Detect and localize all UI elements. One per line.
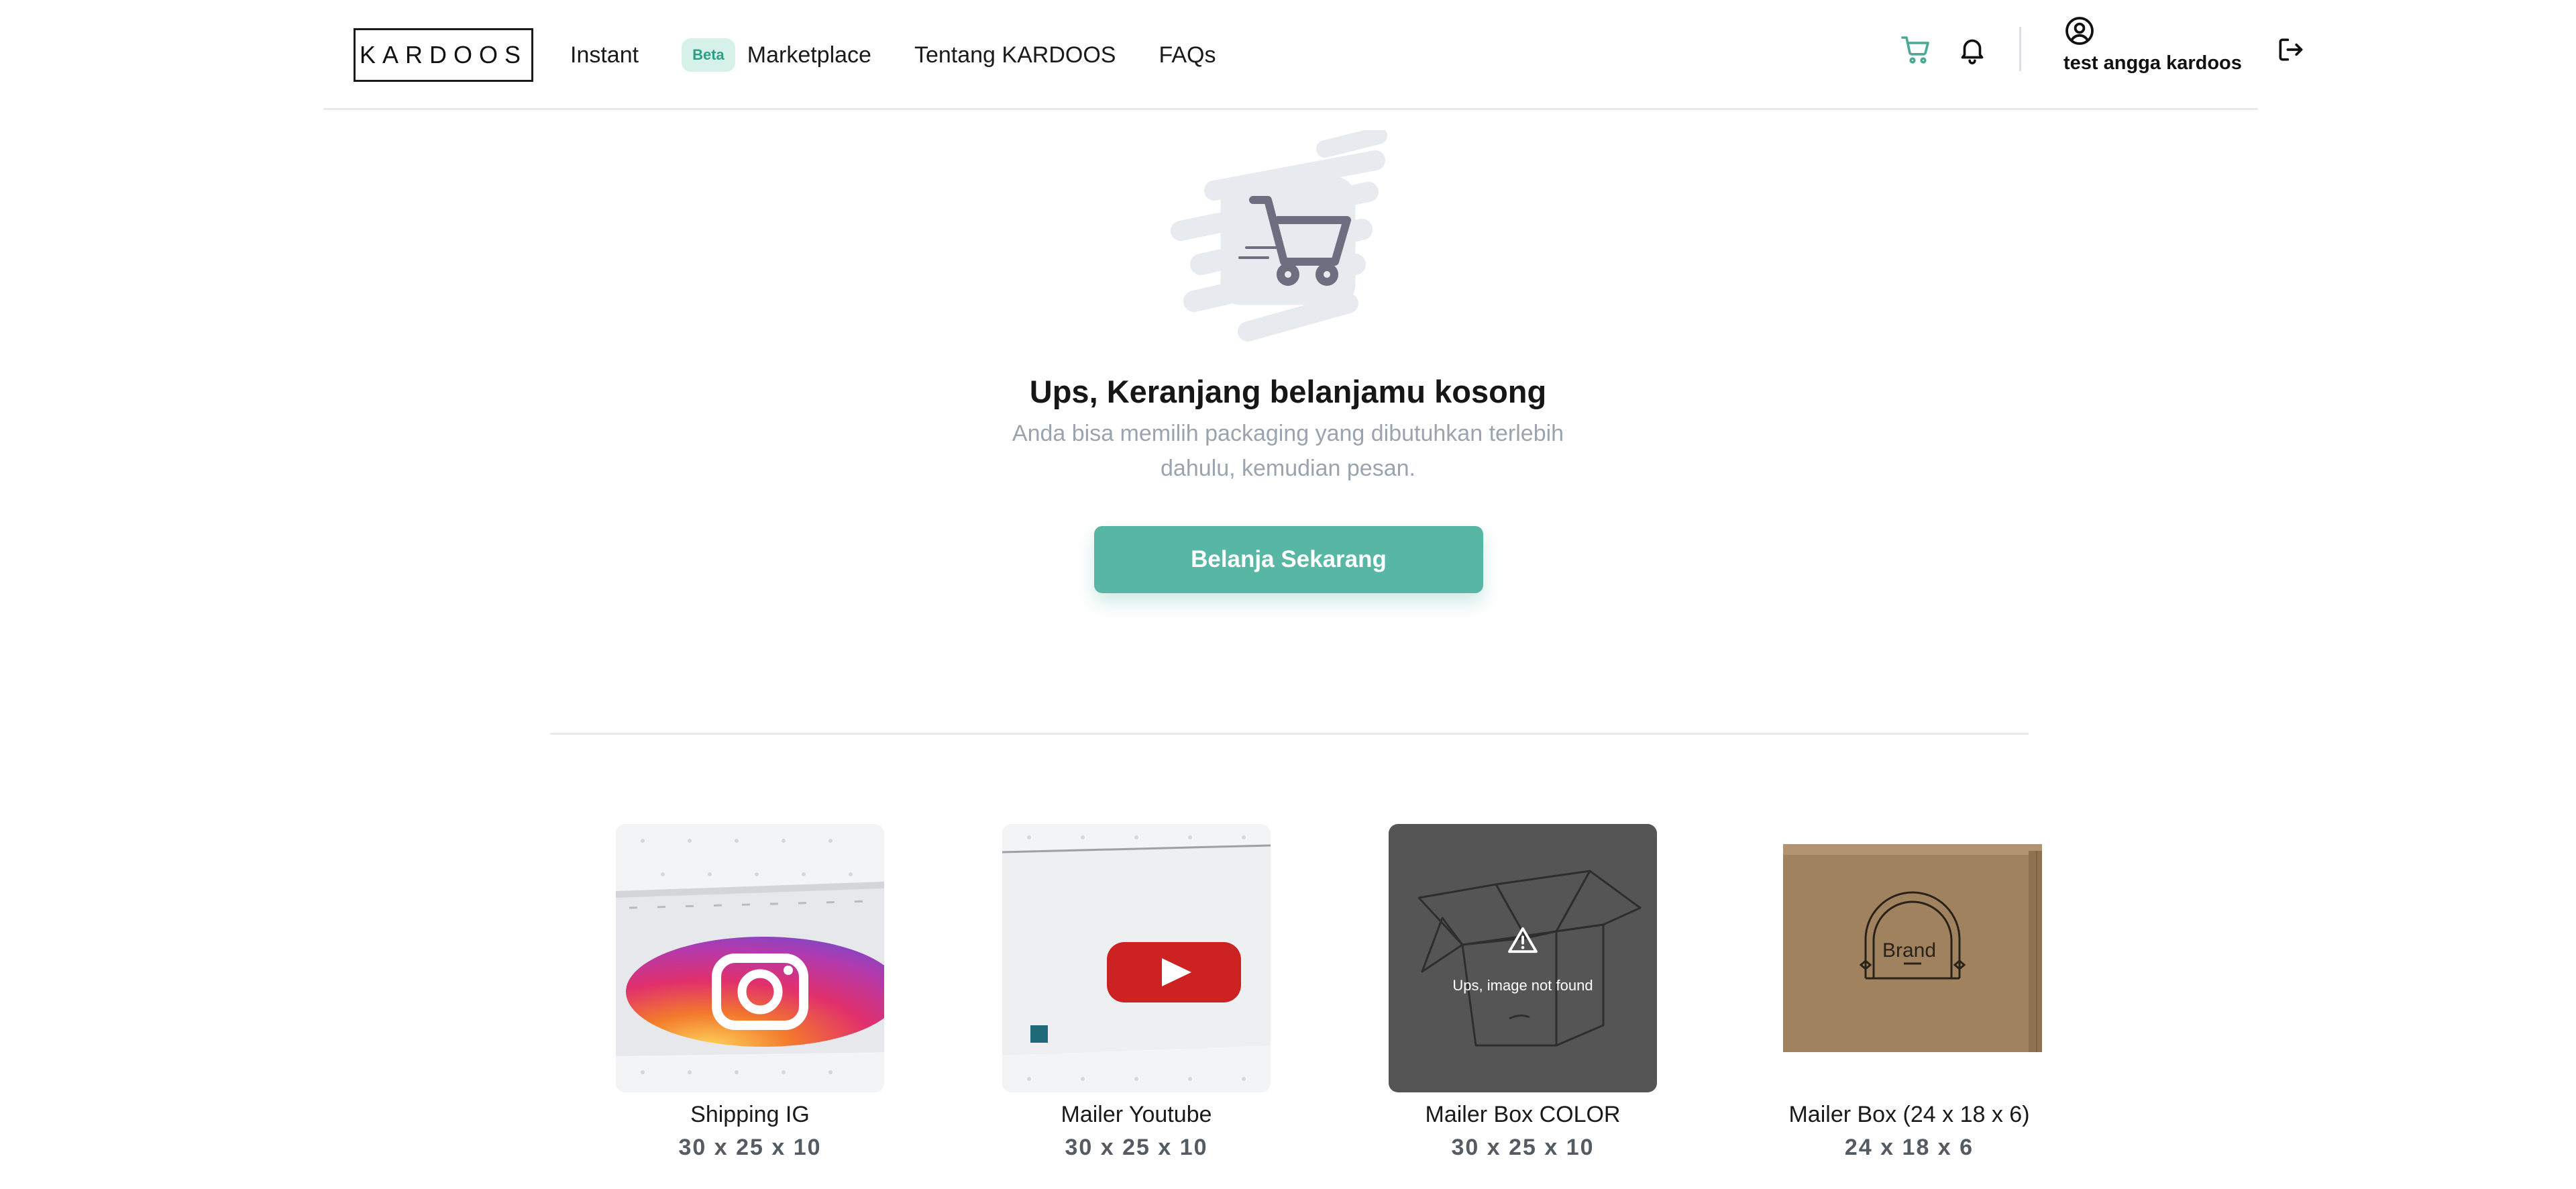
user-circle-icon (2065, 17, 2094, 45)
nav-instant[interactable]: Instant (570, 42, 639, 68)
open-box-icon (1417, 870, 1642, 1047)
notification-button[interactable] (1953, 31, 1991, 68)
shop-now-button[interactable]: Belanja Sekarang (1094, 526, 1483, 593)
main-nav: Instant Beta Marketplace Tentang KARDOOS… (570, 0, 1216, 110)
nav-instant-label: Instant (570, 42, 639, 68)
product-image-kraft-box[interactable]: Brand (1775, 824, 2043, 1092)
nav-tentang[interactable]: Tentang KARDOOS (914, 42, 1116, 68)
cart-button[interactable] (1897, 31, 1935, 68)
nav-tentang-label: Tentang KARDOOS (914, 42, 1116, 68)
empty-cart-description: Anda bisa memilih packaging yang dibutuh… (1012, 421, 1564, 481)
brand-print-text: Brand (1882, 939, 1937, 962)
empty-cart-title: Ups, Keranjang belanjamu kosong (1029, 374, 1547, 409)
header-separator (2019, 27, 2021, 71)
user-profile[interactable]: test angga kardoos (2063, 15, 2242, 74)
nav-faqs[interactable]: FAQs (1159, 42, 1216, 68)
product-card[interactable]: Mailer Youtube 30 x 25 x 10 (996, 824, 1277, 1161)
bell-icon (1961, 39, 1984, 64)
top-navbar: KARDOOS Instant Beta Marketplace Tentang… (323, 0, 2303, 110)
kardoos-logo[interactable]: KARDOOS (354, 28, 533, 82)
product-image-instagram[interactable] (616, 824, 884, 1092)
warning-icon (1508, 927, 1538, 953)
logout-icon (2279, 38, 2303, 61)
product-image-youtube[interactable] (1002, 824, 1271, 1092)
logout-button[interactable] (2271, 31, 2309, 68)
product-card[interactable]: Shipping IG 30 x 25 x 10 (609, 824, 891, 1161)
product-recommendations: Shipping IG 30 x 25 x 10 Mailer Youtube … (0, 824, 2576, 1189)
youtube-logo-icon (1002, 824, 1271, 1092)
product-dimensions: 30 x 25 x 10 (1451, 1135, 1595, 1160)
product-name: Mailer Box COLOR (1425, 1102, 1621, 1127)
nav-marketplace-label: Marketplace (747, 42, 871, 68)
image-not-found-text: Ups, image not found (1452, 977, 1593, 994)
product-dimensions: 30 x 25 x 10 (1065, 1135, 1208, 1160)
cart-icon (1901, 36, 1929, 64)
section-divider (550, 733, 2029, 735)
empty-cart-illustration (1171, 130, 1387, 342)
product-dimensions: 30 x 25 x 10 (678, 1135, 822, 1160)
user-name: test angga kardoos (2063, 52, 2242, 74)
product-image-placeholder[interactable]: Ups, image not found (1389, 824, 1657, 1092)
beta-badge: Beta (682, 38, 735, 72)
cart-page: KARDOOS Instant Beta Marketplace Tentang… (0, 0, 2576, 1189)
nav-marketplace[interactable]: Beta Marketplace (682, 38, 871, 72)
nav-faqs-label: FAQs (1159, 42, 1216, 68)
product-name: Shipping IG (690, 1102, 810, 1127)
product-name: Mailer Youtube (1061, 1102, 1212, 1127)
product-card[interactable]: Ups, image not found Mailer Box COLOR 30… (1382, 824, 1664, 1161)
product-card[interactable]: Brand Mailer Box (24 x 18 x 6) 24 x 18 x… (1768, 824, 2050, 1161)
product-name: Mailer Box (24 x 18 x 6) (1788, 1102, 2030, 1127)
product-dimensions: 24 x 18 x 6 (1844, 1135, 1974, 1160)
instagram-logo-icon (616, 824, 884, 1092)
